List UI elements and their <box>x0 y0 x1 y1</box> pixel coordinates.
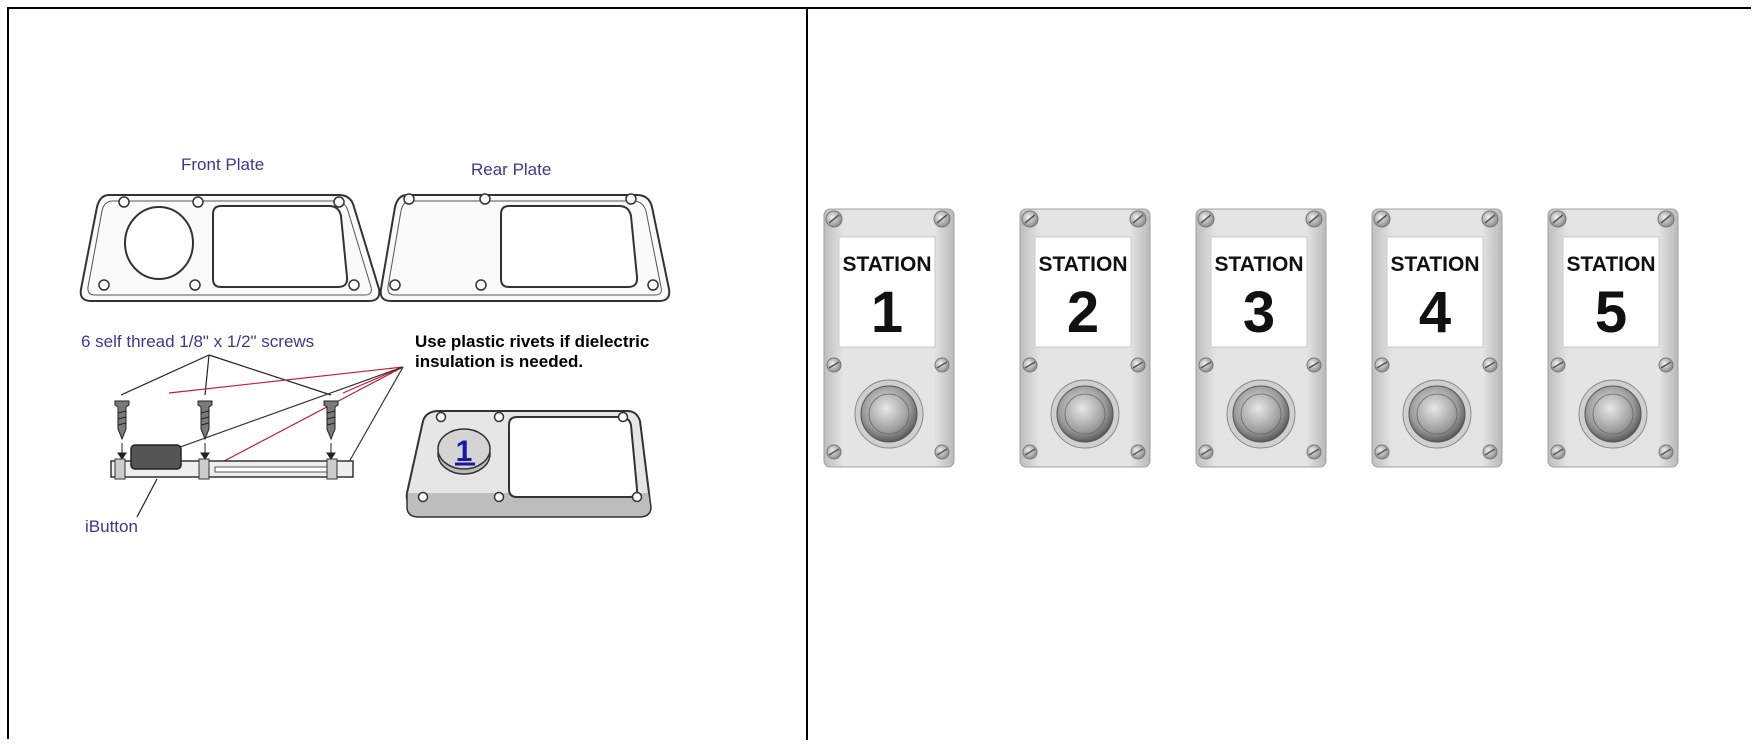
station-plate-1: STATION 1 <box>823 208 955 468</box>
screws-label: 6 self thread 1/8" x 1/2" screws <box>81 332 314 351</box>
rivets-note-line1: Use plastic rivets if dielectric <box>415 332 649 351</box>
station-plates-panel: STATION 1 STATION 2 STATION 3 STATION 4 … <box>808 9 1752 740</box>
screw-leader-lines <box>120 354 332 396</box>
ibutton-hole <box>124 206 194 280</box>
front-plate <box>79 194 381 302</box>
station-word: STATION <box>1566 253 1655 276</box>
rear-window <box>500 205 639 288</box>
station-word: STATION <box>842 253 931 276</box>
station-number: 3 <box>1243 280 1275 345</box>
station-plate-2: STATION 2 <box>1019 208 1151 468</box>
station-number: 4 <box>1419 280 1451 345</box>
station-number: 1 <box>871 280 903 345</box>
screw-icon <box>323 400 339 441</box>
station-number: 2 <box>1067 280 1099 345</box>
label-window <box>212 205 349 288</box>
front-plate-label: Front Plate <box>181 155 264 174</box>
station-word: STATION <box>1390 253 1479 276</box>
screw-icon <box>114 400 130 441</box>
rear-plate <box>379 193 671 302</box>
station-number: 5 <box>1595 280 1627 345</box>
screw-icon <box>197 400 213 441</box>
assembled-plate: 1 <box>405 410 652 518</box>
assembly-diagram: Front Plate Rear Plate 6 self thread 1/8… <box>79 155 671 536</box>
station-plate-5: STATION 5 <box>1547 208 1679 468</box>
station-plates: STATION 1 STATION 2 STATION 3 STATION 4 … <box>823 208 1679 468</box>
rivets-note-line2: insulation is needed. <box>415 352 583 371</box>
station-word: STATION <box>1038 253 1127 276</box>
station-plate-4: STATION 4 <box>1371 208 1503 468</box>
assembly-diagram-panel: Front Plate Rear Plate 6 self thread 1/8… <box>9 9 806 740</box>
rear-plate-label: Rear Plate <box>471 160 551 179</box>
station-plate-3: STATION 3 <box>1195 208 1327 468</box>
station-word: STATION <box>1214 253 1303 276</box>
ibutton-side <box>130 444 182 470</box>
ibutton-label: iButton <box>85 517 138 536</box>
plate-stack-side-view <box>110 444 354 480</box>
